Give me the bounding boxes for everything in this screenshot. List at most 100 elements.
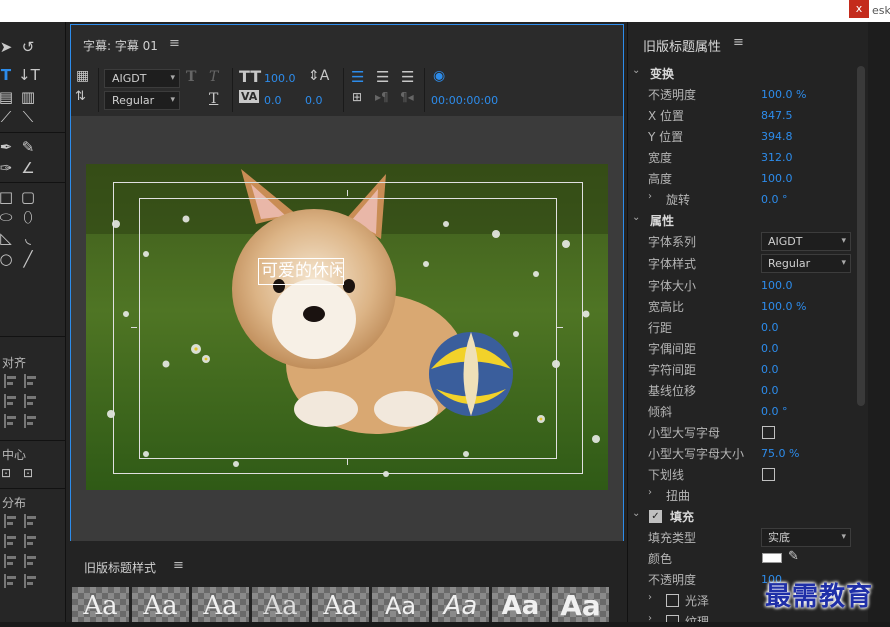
align-right-text-icon[interactable]: ☰: [401, 68, 414, 86]
style-swatch[interactable]: Aa: [312, 587, 369, 625]
sheen-checkbox[interactable]: [666, 594, 679, 607]
film-background-icon[interactable]: ▦: [76, 68, 89, 84]
tab-stops-icon[interactable]: ⇅: [75, 89, 86, 104]
style-swatch[interactable]: Aa: [372, 587, 429, 625]
indent-left-icon[interactable]: ▸¶: [375, 90, 389, 104]
vertical-area-type-tool-icon[interactable]: ▥: [18, 88, 38, 106]
prop-value[interactable]: 0.0: [761, 342, 779, 355]
bottom-edge: [0, 622, 890, 627]
wedge-tool-icon[interactable]: ◺: [0, 229, 16, 247]
properties-scrollbar[interactable]: [857, 66, 865, 406]
distribute-bottom-icon[interactable]: [24, 554, 38, 568]
distribute-left-icon[interactable]: [4, 514, 18, 528]
style-swatch[interactable]: Aa: [492, 587, 549, 625]
align-center-text-icon[interactable]: ☰: [376, 68, 389, 86]
align-left-text-icon[interactable]: ☰: [351, 68, 364, 86]
prop-value[interactable]: 100.0 %: [761, 300, 806, 313]
underline-icon[interactable]: T: [209, 91, 218, 107]
vertical-type-tool-icon[interactable]: ↓T: [18, 66, 40, 84]
fill-color-swatch[interactable]: [762, 553, 782, 563]
align-right-icon[interactable]: [24, 414, 38, 428]
distribute-center-icon[interactable]: [24, 514, 38, 528]
prop-value[interactable]: 0.0: [761, 321, 779, 334]
indent-right-icon[interactable]: ¶◂: [400, 90, 414, 104]
arc-tool-icon[interactable]: ◟: [18, 229, 38, 247]
align-center-icon[interactable]: [24, 374, 38, 388]
style-swatch[interactable]: Aa: [252, 587, 309, 625]
fill-section[interactable]: ⌄ ✓ 填充: [628, 506, 858, 527]
add-anchor-tool-icon[interactable]: ✎: [18, 138, 38, 156]
prop-value[interactable]: 394.8: [761, 130, 793, 143]
close-button[interactable]: x: [849, 0, 869, 18]
prop-value[interactable]: 0.0: [761, 384, 779, 397]
rectangle-tool-icon[interactable]: □: [0, 188, 16, 206]
ellipse-tool-icon[interactable]: ○: [0, 250, 16, 268]
timecode-value[interactable]: 00:00:00:00: [431, 94, 498, 107]
prop-value[interactable]: 100.0 %: [761, 88, 806, 101]
show-video-icon[interactable]: ◉: [433, 68, 445, 84]
editor-menu-icon[interactable]: ≡: [169, 36, 180, 51]
prop-label: 下划线: [648, 468, 685, 482]
fill-checkbox[interactable]: ✓: [649, 510, 662, 523]
area-type-tool-icon[interactable]: ▤: [0, 88, 16, 106]
chevron-right-icon[interactable]: ›: [648, 487, 652, 498]
align-middle-icon[interactable]: [24, 394, 38, 408]
delete-anchor-tool-icon[interactable]: ✑: [0, 159, 16, 177]
chevron-right-icon[interactable]: ›: [648, 191, 652, 202]
vertical-path-type-tool-icon[interactable]: ⟍: [18, 108, 38, 126]
distribute-top-icon[interactable]: [24, 534, 38, 548]
rounded-corner-rect-tool-icon[interactable]: ⬯: [18, 208, 38, 226]
distribute-right-icon[interactable]: [4, 534, 18, 548]
underline-checkbox[interactable]: [762, 468, 775, 481]
distribute-horizontal-icon[interactable]: [4, 574, 18, 588]
italic-icon[interactable]: T: [209, 69, 218, 85]
font-family-dropdown[interactable]: AIGDT ▾: [761, 232, 851, 251]
properties-section[interactable]: ⌄ 属性: [628, 210, 858, 231]
prop-value[interactable]: 0.0: [761, 363, 779, 376]
distribute-middle-icon[interactable]: [4, 554, 18, 568]
properties-menu-icon[interactable]: ≡: [733, 35, 744, 50]
eyedropper-icon[interactable]: ✎: [788, 549, 799, 564]
font-style-dropdown[interactable]: Regular ▾: [104, 91, 180, 110]
font-style-dropdown[interactable]: Regular ▾: [761, 254, 851, 273]
tab-ruler-icon[interactable]: ⊞: [352, 90, 362, 104]
transform-section[interactable]: ⌄ 变换: [628, 63, 858, 84]
prop-value[interactable]: 100.0: [761, 172, 793, 185]
font-family-dropdown[interactable]: AIGDT ▾: [104, 69, 180, 88]
style-swatch[interactable]: Aa: [432, 587, 489, 625]
chevron-right-icon[interactable]: ›: [648, 592, 652, 603]
path-type-tool-icon[interactable]: ⟋: [0, 108, 16, 126]
align-bottom-icon[interactable]: [4, 414, 18, 428]
line-tool-icon[interactable]: ╱: [18, 250, 38, 268]
tracking-value[interactable]: 0.0: [305, 94, 323, 107]
distribute-vertical-icon[interactable]: [24, 574, 38, 588]
style-swatch[interactable]: Aa: [72, 587, 129, 625]
bold-icon[interactable]: T: [186, 69, 196, 85]
center-vertical-icon[interactable]: ⊡: [18, 464, 38, 482]
small-caps-checkbox[interactable]: [762, 426, 775, 439]
clipped-corner-rect-tool-icon[interactable]: ⬭: [0, 208, 16, 226]
align-left-icon[interactable]: [4, 374, 18, 388]
convert-anchor-tool-icon[interactable]: ∠: [18, 159, 38, 177]
selection-tool-icon[interactable]: ➤: [0, 38, 16, 56]
prop-value[interactable]: 0.0 °: [761, 193, 788, 206]
font-size-value[interactable]: 100.0: [264, 72, 296, 85]
align-top-icon[interactable]: [4, 394, 18, 408]
prop-value[interactable]: 75.0 %: [761, 447, 799, 460]
style-swatch[interactable]: Aa: [192, 587, 249, 625]
prop-value[interactable]: 312.0: [761, 151, 793, 164]
style-swatch[interactable]: Aa: [552, 587, 609, 625]
rotation-tool-icon[interactable]: ↺: [18, 38, 38, 56]
prop-value[interactable]: 0.0 °: [761, 405, 788, 418]
styles-menu-icon[interactable]: ≡: [173, 558, 184, 573]
style-swatch[interactable]: Aa: [132, 587, 189, 625]
prop-value[interactable]: 100.0: [761, 279, 793, 292]
pen-tool-icon[interactable]: ✒: [0, 138, 16, 156]
type-tool-icon[interactable]: T: [0, 66, 16, 84]
prop-value[interactable]: 847.5: [761, 109, 793, 122]
center-horizontal-icon[interactable]: ⊡: [0, 464, 16, 482]
caption-text-box[interactable]: 可爱的休闲: [258, 258, 344, 285]
kerning-value[interactable]: 0.0: [264, 94, 282, 107]
fill-type-dropdown[interactable]: 实底 ▾: [761, 528, 851, 547]
rounded-rectangle-tool-icon[interactable]: ▢: [18, 188, 38, 206]
